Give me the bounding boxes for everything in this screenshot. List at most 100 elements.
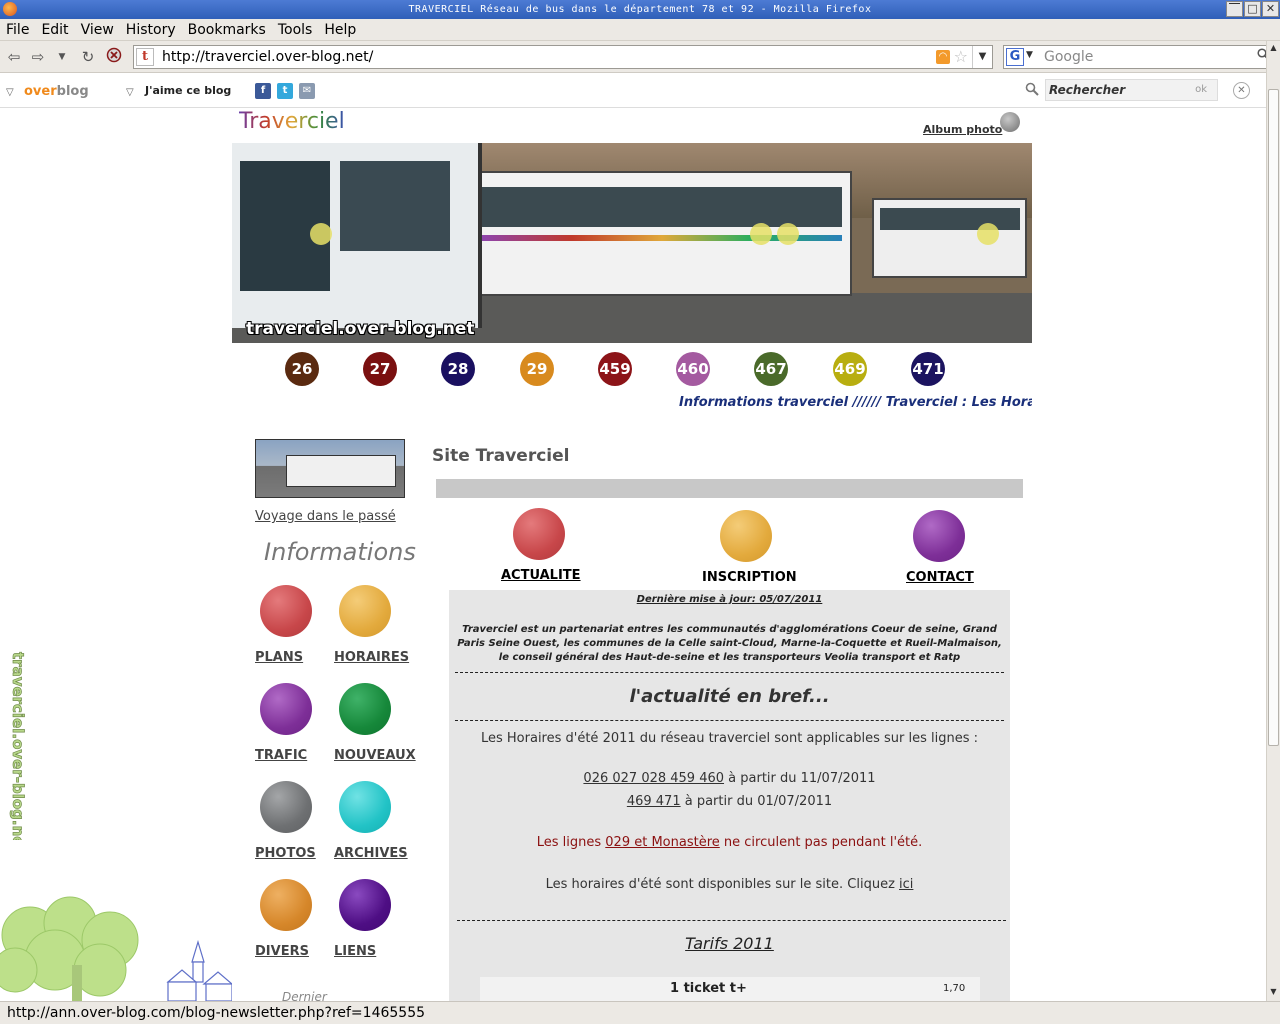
alert-lines-link[interactable]: 029 et Monastère (605, 835, 719, 850)
schedule-2-lines-link[interactable]: 469 471 (627, 794, 681, 809)
divers-link[interactable]: DIVERS (255, 944, 309, 959)
menu-file[interactable]: File (0, 19, 35, 41)
firefox-icon[interactable] (3, 2, 17, 16)
horaires-icon[interactable] (339, 585, 391, 637)
menu-help[interactable]: Help (318, 19, 362, 41)
scroll-down-icon[interactable]: ▼ (1268, 987, 1279, 999)
menu-bookmarks[interactable]: Bookmarks (182, 19, 272, 41)
trafic-link[interactable]: TRAFIC (255, 748, 307, 763)
alert-prefix: Les lignes (536, 835, 606, 850)
stop-icon[interactable] (104, 47, 124, 67)
line-badge-459[interactable]: 459 (598, 352, 632, 386)
menu-view[interactable]: View (75, 19, 120, 41)
logo-blog-text: blog (56, 84, 89, 99)
schedule-1-lines-link[interactable]: 026 027 028 459 460 (583, 771, 724, 786)
album-photo-link[interactable]: Album photo (923, 123, 1002, 136)
email-share-icon[interactable]: ✉ (299, 83, 315, 99)
line-badge-460[interactable]: 460 (676, 352, 710, 386)
menu-tools[interactable]: Tools (272, 19, 319, 41)
news-marquee[interactable]: Informations traverciel ////// Travercie… (679, 395, 1032, 413)
liens-link[interactable]: LIENS (334, 944, 376, 959)
archives-icon[interactable] (339, 781, 391, 833)
actualite-link[interactable]: ACTUALITE (501, 568, 581, 583)
overblog-logo[interactable]: overblog (24, 84, 89, 99)
history-dropdown-icon[interactable]: ▼ (52, 47, 72, 67)
banner-watermark: traverciel.over-blog.net (246, 319, 475, 339)
plans-icon[interactable] (260, 585, 312, 637)
banner-image: traverciel.over-blog.net (232, 143, 1032, 343)
status-bar: http://ann.over-blog.com/blog-newsletter… (0, 1001, 1280, 1024)
line-badge-26[interactable]: 26 (285, 352, 319, 386)
overblog-toolbar-close-icon[interactable]: ✕ (1233, 82, 1250, 99)
facebook-icon[interactable]: f (255, 83, 271, 99)
search-input[interactable]: Google (1044, 46, 1093, 68)
news-intro: Les Horaires d'été 2011 du réseau traver… (480, 731, 979, 746)
site-favicon-icon: t (136, 48, 154, 66)
line-badge-471[interactable]: 471 (911, 352, 945, 386)
dashed-divider (457, 920, 1006, 921)
like-chevron-icon[interactable]: ▽ (126, 87, 134, 98)
trafic-icon[interactable] (260, 683, 312, 735)
url-dropdown-icon[interactable]: ▼ (972, 46, 992, 68)
plans-link[interactable]: PLANS (255, 650, 303, 665)
schedule-2-date: à partir du 01/07/2011 (680, 794, 833, 809)
schedule-line-1: 026 027 028 459 460 à partir du 11/07/20… (449, 771, 1010, 786)
alert-suffix: ne circulent pas pendant l'été. (719, 835, 923, 850)
engine-dropdown-icon[interactable]: ▼ (1026, 50, 1033, 60)
url-bar[interactable]: t http://traverciel.over-blog.net/ ◠ ☆ ▼ (133, 45, 993, 69)
line-badge-29[interactable]: 29 (520, 352, 554, 386)
minimize-button[interactable]: ⎺ (1226, 1, 1243, 17)
scrollbar-thumb[interactable] (1268, 89, 1279, 746)
schedule-1-date: à partir du 11/07/2011 (724, 771, 876, 786)
line-badge-27[interactable]: 27 (363, 352, 397, 386)
line-badge-469[interactable]: 469 (833, 352, 867, 386)
voyage-link[interactable]: Voyage dans le passé (255, 509, 396, 524)
liens-icon[interactable] (339, 879, 391, 931)
inscription-icon[interactable] (720, 510, 772, 562)
toolbar-menu-chevron-icon[interactable]: ▽ (6, 87, 14, 98)
nouveaux-icon[interactable] (339, 683, 391, 735)
contact-link[interactable]: CONTACT (906, 570, 974, 585)
vertical-watermark: traverciel.over-blog.net (5, 650, 55, 854)
blog-title[interactable]: Traverciel (239, 109, 345, 134)
news-heading: l'actualité en bref... (629, 686, 830, 707)
menu-edit[interactable]: Edit (35, 19, 74, 41)
logo-over-text: over (24, 84, 57, 99)
photos-icon[interactable] (260, 781, 312, 833)
last-update: Dernière mise à jour: 05/07/2011 (636, 594, 823, 605)
menu-history[interactable]: History (120, 19, 182, 41)
url-text[interactable]: http://traverciel.over-blog.net/ (162, 46, 373, 68)
window-title: TRAVERCIEL Réseau de bus dans le départe… (408, 4, 872, 15)
twitter-icon[interactable]: t (277, 83, 293, 99)
nouveaux-link[interactable]: NOUVEAUX (334, 748, 416, 763)
archives-link[interactable]: ARCHIVES (334, 846, 408, 861)
actualite-icon[interactable] (513, 508, 565, 560)
rss-feed-icon[interactable]: ◠ (936, 50, 950, 64)
back-arrow-icon[interactable]: ⇦ (4, 47, 24, 67)
contact-icon[interactable] (913, 510, 965, 562)
overblog-search-input[interactable]: Rechercher ok (1045, 79, 1218, 101)
maximize-button[interactable]: □ (1244, 1, 1261, 17)
forward-arrow-icon[interactable]: ⇨ (28, 47, 48, 67)
like-blog-button[interactable]: J'aime ce blog (145, 84, 231, 97)
close-window-button[interactable]: ✕ (1262, 1, 1279, 17)
scroll-up-icon[interactable]: ▲ (1268, 43, 1279, 55)
reload-icon[interactable]: ↻ (78, 47, 98, 67)
overblog-search-ok-button[interactable]: ok (1195, 84, 1207, 95)
vertical-scrollbar[interactable]: ▲ ▼ (1266, 41, 1280, 1001)
line-badge-467[interactable]: 467 (754, 352, 788, 386)
search-engine-box[interactable]: G ▼ Google (1003, 45, 1275, 69)
schedule-line-2: 469 471 à partir du 01/07/2011 (449, 794, 1010, 809)
photos-link[interactable]: PHOTOS (255, 846, 316, 861)
voyage-thumbnail[interactable] (255, 439, 405, 498)
inscription-link[interactable]: INSCRIPTION (702, 570, 797, 585)
bookmark-star-icon[interactable]: ☆ (954, 47, 968, 66)
informations-heading: Informations (264, 538, 416, 566)
partnership-description: Traverciel est un partenariat entres les… (457, 624, 1002, 663)
google-icon[interactable]: G (1006, 48, 1024, 66)
album-photo-icon[interactable] (1000, 112, 1020, 132)
horaires-link[interactable]: HORAIRES (334, 650, 409, 665)
click-here-link[interactable]: ici (899, 877, 913, 892)
divers-icon[interactable] (260, 879, 312, 931)
line-badge-28[interactable]: 28 (441, 352, 475, 386)
